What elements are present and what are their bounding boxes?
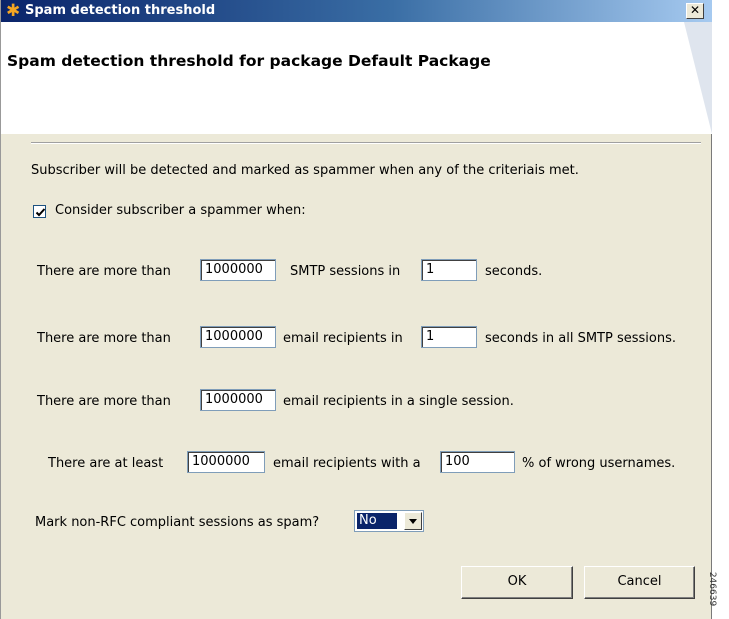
chevron-down-icon[interactable] (404, 512, 422, 530)
consider-spammer-checkbox[interactable] (33, 205, 46, 218)
row2-middle: email recipients in (283, 331, 403, 346)
title-bar: ✱ Spam detection threshold ✕ (1, 0, 712, 22)
row1-suffix: seconds. (485, 264, 543, 279)
non-rfc-label: Mark non-RFC compliant sessions as spam? (35, 515, 320, 530)
figure-id: 246639 (707, 560, 727, 619)
close-icon: ✕ (689, 3, 701, 17)
smtp-sessions-seconds-input[interactable]: 1 (421, 259, 477, 281)
app-icon: ✱ (6, 1, 21, 21)
single-session-recipients-input[interactable]: 1000000 (200, 389, 276, 411)
row2-suffix: seconds in all SMTP sessions. (485, 331, 676, 346)
cancel-button[interactable]: Cancel (584, 566, 695, 599)
row3-middle: email recipients in a single session. (283, 394, 514, 409)
dialog-header: Spam detection threshold for package Def… (1, 22, 712, 134)
header-title: Spam detection threshold for package Def… (7, 52, 491, 70)
row4-middle: email recipients with a (273, 456, 421, 471)
figure-id-text: 246639 (707, 571, 718, 607)
email-recipients-count-input[interactable]: 1000000 (200, 326, 276, 348)
dialog-window: ✱ Spam detection threshold ✕ Spam detect… (0, 0, 712, 619)
wrong-usernames-percent-input[interactable]: 100 (440, 451, 515, 473)
row3-prefix: There are more than (37, 394, 171, 409)
checkmark-icon (35, 208, 46, 217)
description-text: Subscriber will be detected and marked a… (31, 163, 579, 178)
row4-suffix: % of wrong usernames. (522, 456, 676, 471)
header-decoration (684, 22, 712, 134)
wrong-usernames-recipients-input[interactable]: 1000000 (187, 451, 265, 473)
consider-spammer-label[interactable]: Consider subscriber a spammer when: (55, 203, 306, 218)
row1-prefix: There are more than (37, 264, 171, 279)
row4-prefix: There are at least (48, 456, 164, 471)
ok-button[interactable]: OK (461, 566, 573, 599)
smtp-sessions-count-input[interactable]: 1000000 (200, 259, 276, 281)
email-recipients-seconds-input[interactable]: 1 (421, 326, 477, 348)
row1-middle: SMTP sessions in (290, 264, 401, 279)
non-rfc-selected-value: No (357, 513, 397, 529)
window-title: Spam detection threshold (25, 3, 216, 18)
separator (31, 142, 701, 144)
row2-prefix: There are more than (37, 331, 171, 346)
close-button[interactable]: ✕ (686, 3, 704, 19)
non-rfc-select[interactable]: No (354, 510, 424, 532)
